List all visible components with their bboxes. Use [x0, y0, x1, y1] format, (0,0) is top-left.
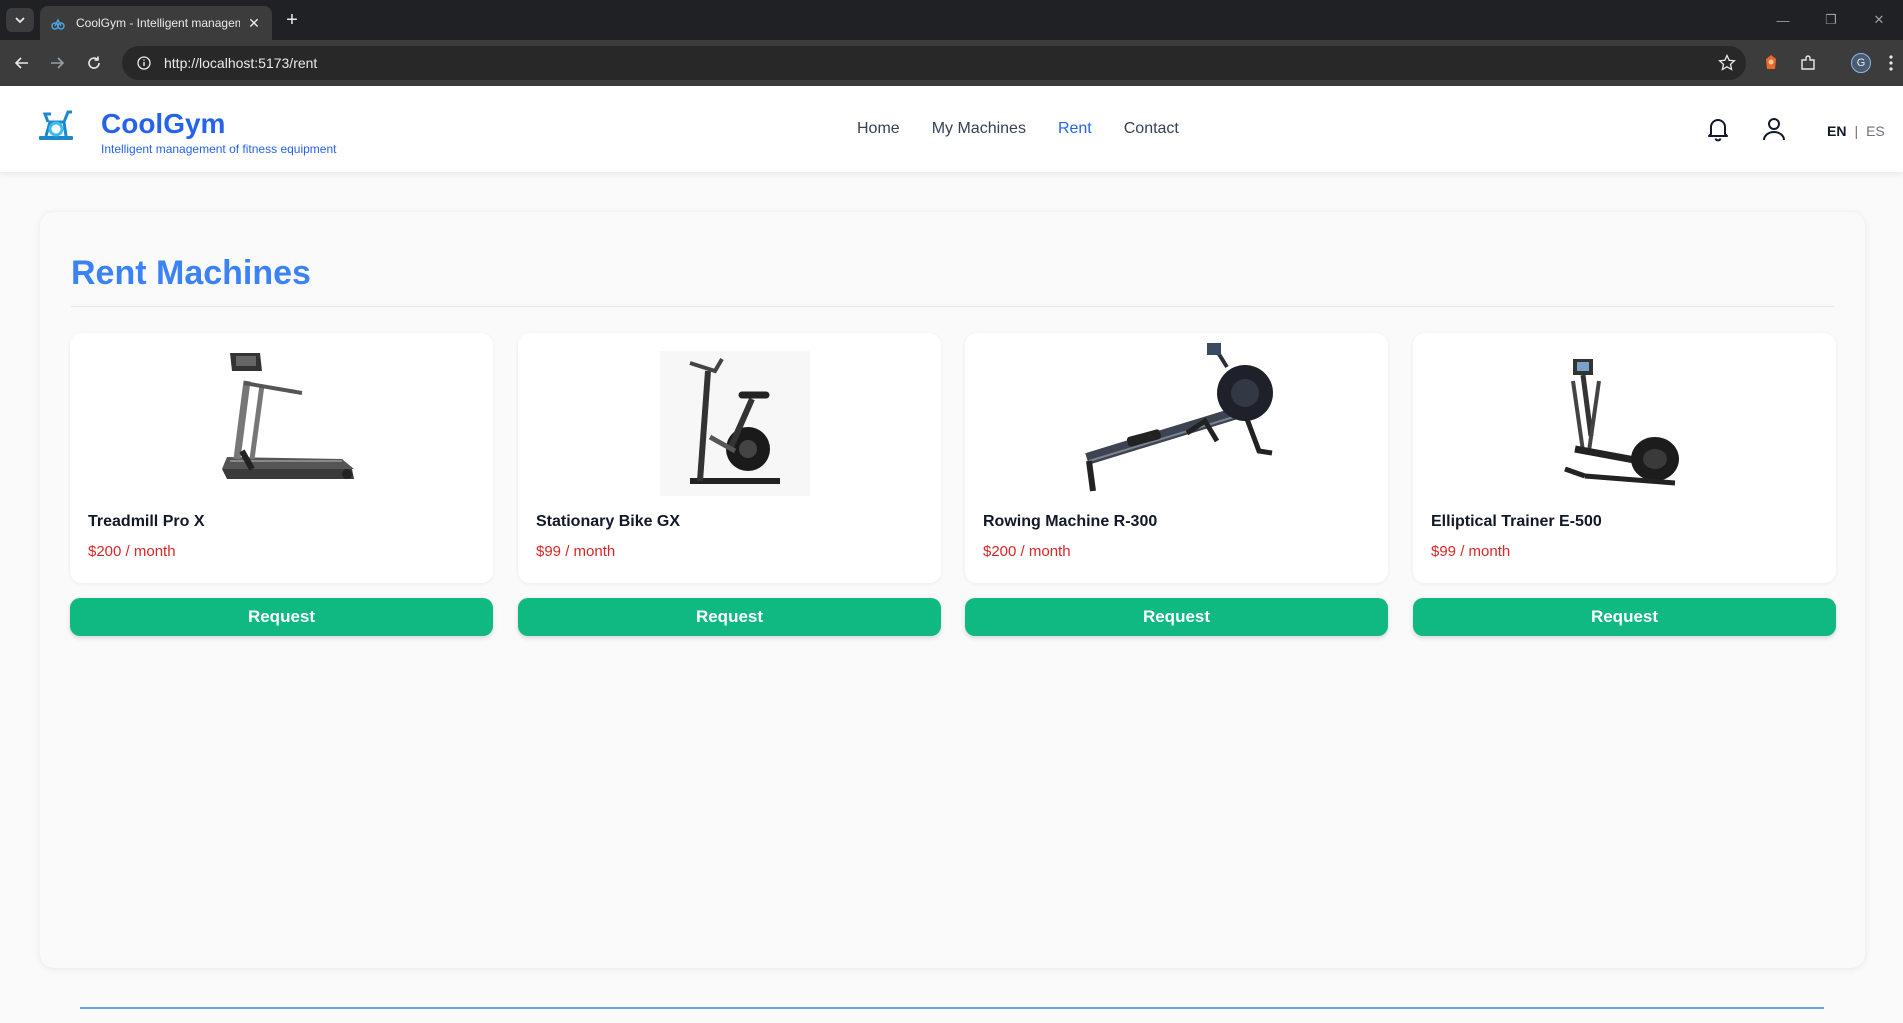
chevron-down-icon — [15, 17, 25, 24]
bike-logo-icon[interactable] — [36, 106, 76, 146]
machine-card[interactable]: Rowing Machine R-300 $200 / month — [965, 333, 1388, 583]
machine-name: Rowing Machine R-300 — [983, 513, 1158, 530]
restore-icon[interactable]: ❐ — [1807, 0, 1855, 40]
lang-en[interactable]: EN — [1827, 123, 1846, 139]
rent-panel: Rent Machines — [40, 212, 1865, 968]
browser-tab[interactable]: CoolGym - Intelligent management of fitn… — [40, 6, 272, 40]
back-icon[interactable] — [10, 51, 34, 75]
address-bar[interactable]: http://localhost:5173/rent — [122, 46, 1746, 80]
close-window-icon[interactable]: ✕ — [1855, 0, 1903, 40]
tab-search-button[interactable] — [6, 8, 34, 32]
main-nav: Home My Machines Rent Contact — [857, 120, 1179, 138]
stationary-bike-image — [518, 341, 941, 501]
request-button[interactable]: Request — [518, 598, 941, 636]
treadmill-image — [70, 341, 493, 501]
machine-name: Treadmill Pro X — [88, 513, 205, 530]
extension-icon[interactable] — [1759, 51, 1783, 75]
machine-price: $99 / month — [1431, 543, 1511, 560]
user-icon[interactable] — [1760, 115, 1788, 143]
machine-card[interactable]: Elliptical Trainer E-500 $99 / month — [1413, 333, 1836, 583]
new-tab-icon[interactable]: + — [282, 10, 302, 30]
nav-contact[interactable]: Contact — [1124, 120, 1179, 138]
site-info-icon[interactable] — [136, 55, 152, 71]
request-button[interactable]: Request — [70, 598, 493, 636]
page: CoolGym Intelligent management of fitnes… — [0, 86, 1903, 1023]
machine-name: Elliptical Trainer E-500 — [1431, 513, 1602, 530]
nav-home[interactable]: Home — [857, 120, 900, 138]
favicon-icon — [50, 15, 66, 31]
lang-es[interactable]: ES — [1866, 123, 1885, 139]
lang-separator: | — [1854, 123, 1859, 139]
machine-card[interactable]: Stationary Bike GX $99 / month — [518, 333, 941, 583]
nav-my-machines[interactable]: My Machines — [932, 120, 1026, 138]
rowing-machine-image — [965, 341, 1388, 501]
bookmark-star-icon[interactable] — [1718, 54, 1736, 72]
language-switcher: EN | ES — [1827, 123, 1885, 139]
brand-tagline: Intelligent management of fitness equipm… — [101, 142, 337, 156]
extensions-puzzle-icon[interactable] — [1796, 51, 1820, 75]
more-menu-icon[interactable] — [1884, 51, 1898, 75]
machine-price: $200 / month — [983, 543, 1071, 560]
elliptical-trainer-image — [1413, 341, 1836, 501]
profile-avatar[interactable]: G — [1851, 53, 1871, 73]
request-button[interactable]: Request — [965, 598, 1388, 636]
minimize-icon[interactable]: — — [1759, 0, 1807, 40]
machine-name: Stationary Bike GX — [536, 513, 681, 530]
reload-icon[interactable] — [82, 51, 106, 75]
machine-price: $99 / month — [536, 543, 616, 560]
browser-toolbar: http://localhost:5173/rent — [0, 40, 1903, 86]
brand-name[interactable]: CoolGym — [101, 108, 225, 140]
nav-rent[interactable]: Rent — [1058, 120, 1092, 138]
site-header: CoolGym Intelligent management of fitnes… — [0, 86, 1903, 172]
machine-price: $200 / month — [88, 543, 176, 560]
url-text: http://localhost:5173/rent — [164, 55, 318, 71]
machine-card[interactable]: Treadmill Pro X $200 / month — [70, 333, 493, 583]
close-tab-icon[interactable]: ✕ — [246, 15, 262, 32]
request-button[interactable]: Request — [1413, 598, 1836, 636]
page-title: Rent Machines — [71, 254, 311, 292]
tab-title: CoolGym - Intelligent management of fitn… — [76, 16, 240, 30]
bell-icon[interactable] — [1704, 115, 1732, 143]
browser-tabstrip: CoolGym - Intelligent management of fitn… — [0, 0, 1903, 40]
title-divider — [71, 306, 1834, 307]
window-controls: — ❐ ✕ — [1759, 0, 1903, 40]
forward-icon[interactable] — [45, 51, 69, 75]
footer-divider — [80, 1007, 1824, 1009]
